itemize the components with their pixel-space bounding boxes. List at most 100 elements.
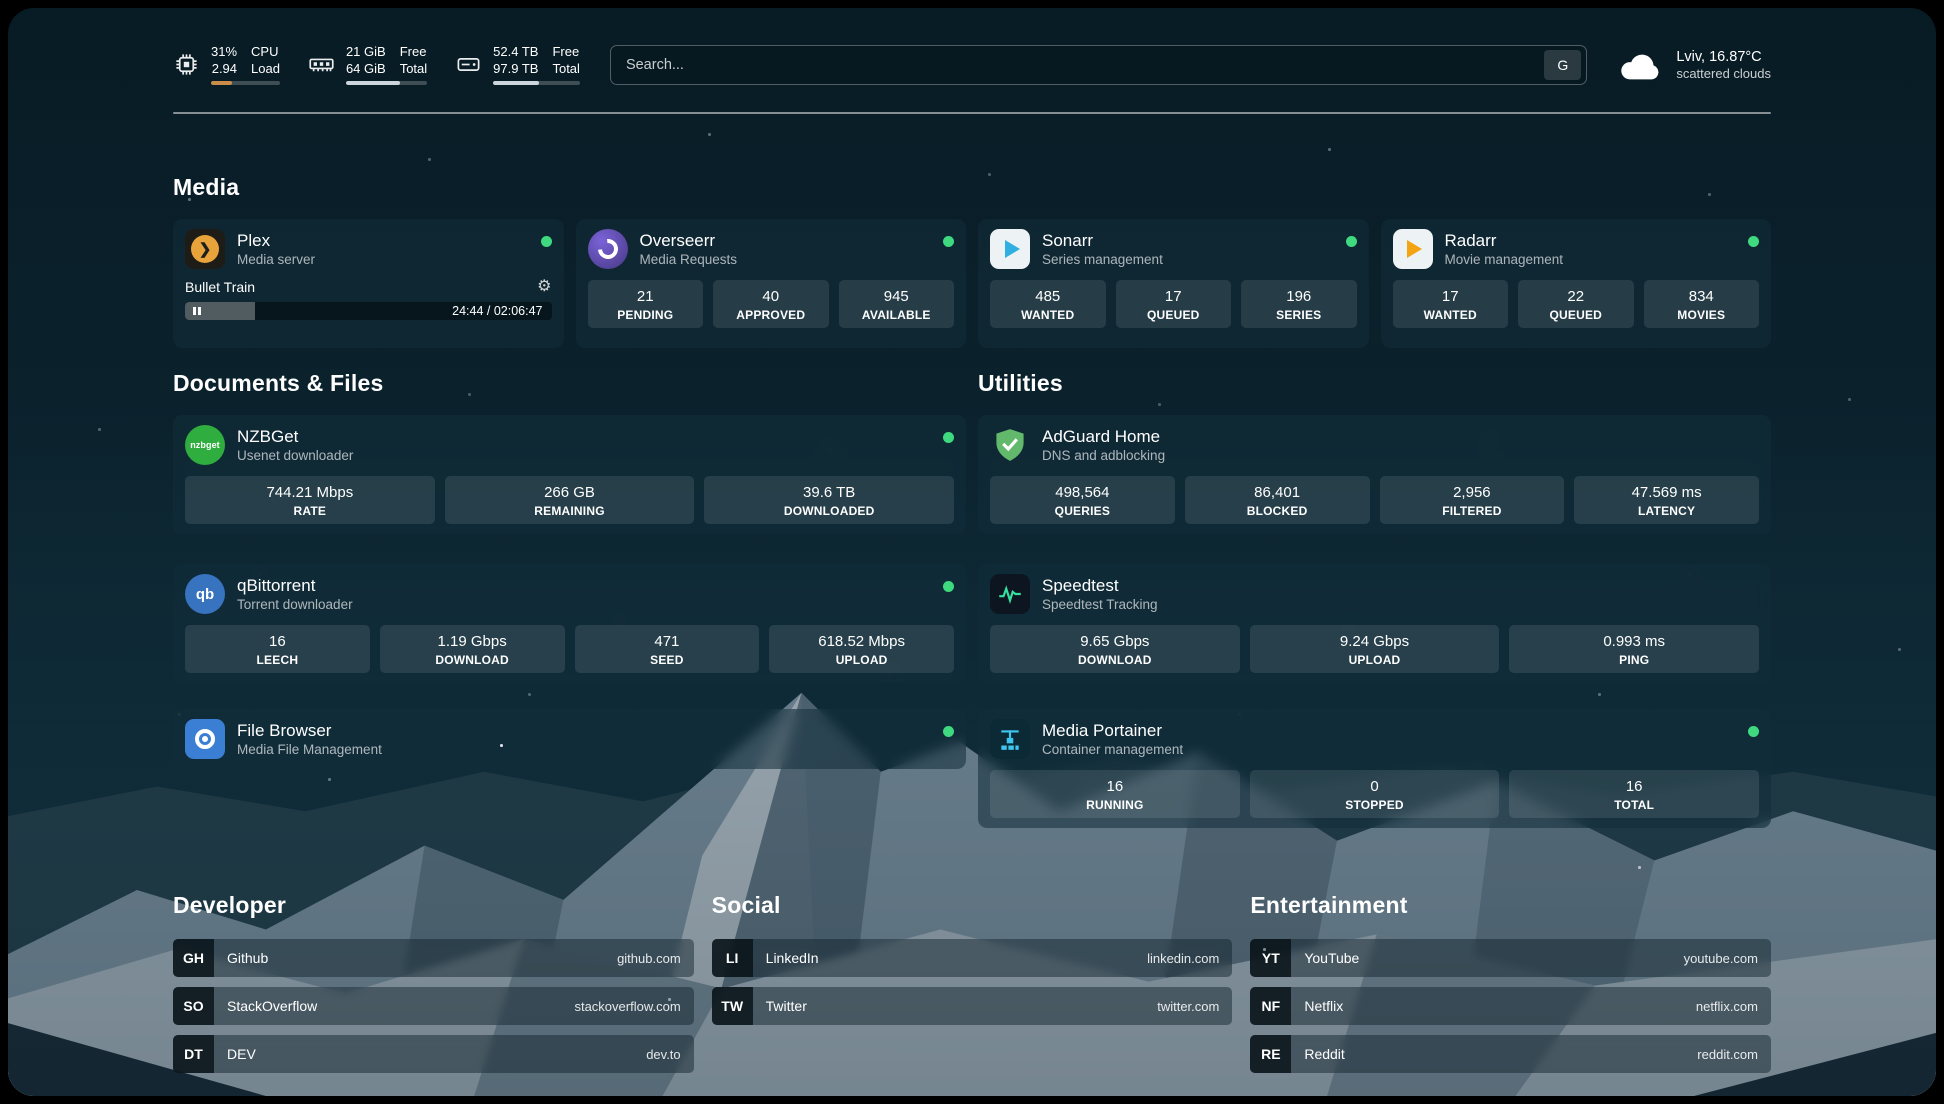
service-card-qbittorrent[interactable]: qb qBittorrent Torrent downloader 16LEEC… (173, 564, 966, 683)
nzbget-icon: nzbget (185, 425, 225, 465)
status-dot (943, 236, 954, 247)
bookmark-abbr: NF (1250, 987, 1291, 1025)
bookmark-row-dev[interactable]: DT DEV dev.to (173, 1035, 694, 1073)
section-title-developer: Developer (173, 892, 694, 919)
service-title: Sonarr (1042, 231, 1163, 251)
stat-box: 9.65 GbpsDOWNLOAD (990, 625, 1240, 673)
service-card-sonarr[interactable]: Sonarr Series management 485WANTED 17QUE… (978, 219, 1369, 348)
documents-column: Documents & Files nzbget NZBGet Usenet d… (173, 348, 966, 828)
cpu-bar (211, 81, 280, 85)
service-title: Radarr (1445, 231, 1564, 251)
bookmark-row-stackoverflow[interactable]: SO StackOverflow stackoverflow.com (173, 987, 694, 1025)
bookmark-row-twitter[interactable]: TW Twitter twitter.com (712, 987, 1233, 1025)
stat-box: 834MOVIES (1644, 280, 1760, 328)
stat-box: 0STOPPED (1250, 770, 1500, 818)
bookmark-row-linkedin[interactable]: LI LinkedIn linkedin.com (712, 939, 1233, 977)
disk-free-label: Free (552, 44, 579, 60)
service-subtitle: Media Requests (640, 252, 738, 267)
section-title-entertainment: Entertainment (1250, 892, 1771, 919)
bookmark-row-youtube[interactable]: YT YouTube youtube.com (1250, 939, 1771, 977)
dashboard-screen: 31% CPU 2.94 Load (8, 8, 1936, 1096)
progress-time: 24:44 / 02:06:47 (452, 304, 542, 318)
bookmark-name: YouTube (1304, 950, 1359, 966)
stat-box: 17QUEUED (1116, 280, 1232, 328)
service-card-radarr[interactable]: Radarr Movie management 17WANTED 22QUEUE… (1381, 219, 1772, 348)
memory-bar (346, 81, 427, 85)
service-card-filebrowser[interactable]: File Browser Media File Management (173, 709, 966, 769)
service-title: Media Portainer (1042, 721, 1183, 741)
service-card-portainer[interactable]: Media Portainer Container management 16R… (978, 709, 1771, 828)
bookmark-group-developer: Developer GH Github github.com SO StackO… (173, 892, 694, 1083)
qbittorrent-icon: qb (185, 574, 225, 614)
stat-box: 471SEED (575, 625, 760, 673)
bookmark-row-github[interactable]: GH Github github.com (173, 939, 694, 977)
bookmark-url: netflix.com (1696, 999, 1758, 1014)
bookmark-url: reddit.com (1697, 1047, 1758, 1062)
sonarr-icon (990, 229, 1030, 269)
memory-total-value: 64 GiB (346, 61, 386, 77)
utilities-column: Utilities AdGuard Home DNS and adblockin… (978, 348, 1771, 828)
service-subtitle: Speedtest Tracking (1042, 597, 1158, 612)
service-card-nzbget[interactable]: nzbget NZBGet Usenet downloader 744.21 M… (173, 415, 966, 534)
disk-total-label: Total (552, 61, 579, 77)
bookmark-name: Netflix (1304, 998, 1343, 1014)
status-dot (541, 236, 552, 247)
window-frame: 31% CPU 2.94 Load (0, 0, 1944, 1104)
bookmark-url: youtube.com (1684, 951, 1758, 966)
bookmark-row-netflix[interactable]: NF Netflix netflix.com (1250, 987, 1771, 1025)
service-card-plex[interactable]: ❯ Plex Media server Bullet Train ⚙ (173, 219, 564, 348)
stat-box: 266 GBREMAINING (445, 476, 695, 524)
status-dot (1346, 236, 1357, 247)
bookmark-name: StackOverflow (227, 998, 317, 1014)
memory-widget: 21 GiB Free 64 GiB Total (308, 44, 427, 85)
memory-free-value: 21 GiB (346, 44, 386, 60)
service-card-adguard[interactable]: AdGuard Home DNS and adblocking 498,564Q… (978, 415, 1771, 534)
service-card-overseerr[interactable]: Overseerr Media Requests 21PENDING 40APP… (576, 219, 967, 348)
gear-icon[interactable]: ⚙ (537, 279, 551, 295)
service-title: File Browser (237, 721, 382, 741)
cloud-icon (1617, 48, 1663, 82)
search-input[interactable] (611, 57, 1544, 73)
bookmark-url: github.com (617, 951, 681, 966)
service-title: Speedtest (1042, 576, 1158, 596)
top-bar: 31% CPU 2.94 Load (173, 8, 1771, 85)
bookmark-name: DEV (227, 1046, 256, 1062)
service-subtitle: Series management (1042, 252, 1163, 267)
bookmark-abbr: RE (1250, 1035, 1291, 1073)
service-title: qBittorrent (237, 576, 353, 596)
weather-condition: scattered clouds (1676, 66, 1771, 81)
service-subtitle: Media File Management (237, 742, 382, 757)
service-subtitle: Container management (1042, 742, 1183, 757)
service-card-speedtest[interactable]: Speedtest Speedtest Tracking 9.65 GbpsDO… (978, 564, 1771, 683)
stat-box: 22QUEUED (1518, 280, 1634, 328)
stat-box: 9.24 GbpsUPLOAD (1250, 625, 1500, 673)
bookmark-name: Github (227, 950, 268, 966)
portainer-icon (990, 719, 1030, 759)
stat-box: 945AVAILABLE (839, 280, 955, 328)
stat-box: 21PENDING (588, 280, 704, 328)
weather-widget: Lviv, 16.87°C scattered clouds (1617, 48, 1771, 82)
search-engine-button[interactable]: G (1544, 50, 1581, 80)
bookmark-url: linkedin.com (1147, 951, 1219, 966)
stat-box: 16RUNNING (990, 770, 1240, 818)
resource-widgets: 31% CPU 2.94 Load (173, 44, 580, 85)
service-title: NZBGet (237, 427, 353, 447)
service-subtitle: Movie management (1445, 252, 1564, 267)
cpu-usage-label: CPU (251, 44, 280, 60)
status-dot (943, 432, 954, 443)
status-dot (1748, 726, 1759, 737)
bookmark-abbr: LI (712, 939, 753, 977)
stat-box: 40APPROVED (713, 280, 829, 328)
bookmark-url: dev.to (646, 1047, 680, 1062)
bookmark-row-reddit[interactable]: RE Reddit reddit.com (1250, 1035, 1771, 1073)
bookmark-abbr: SO (173, 987, 214, 1025)
stat-box: 16TOTAL (1509, 770, 1759, 818)
section-title-social: Social (712, 892, 1233, 919)
header-divider (173, 112, 1771, 114)
stat-box: 485WANTED (990, 280, 1106, 328)
progress-bar: 24:44 / 02:06:47 (185, 302, 552, 320)
radarr-icon (1393, 229, 1433, 269)
speedtest-icon (990, 574, 1030, 614)
cpu-widget: 31% CPU 2.94 Load (173, 44, 280, 85)
service-title: Plex (237, 231, 315, 251)
